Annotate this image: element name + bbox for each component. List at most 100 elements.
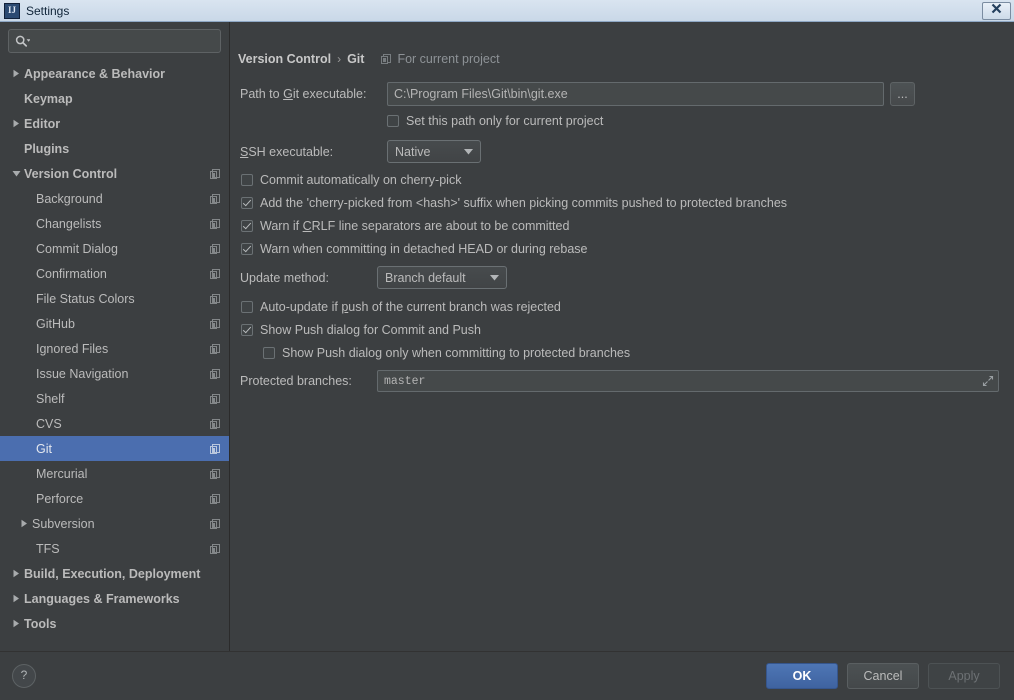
apply-button[interactable]: Apply [928,663,1000,689]
git-option-checkbox-row-3[interactable]: Warn when committing in detached HEAD or… [241,242,587,256]
sidebar-item-label: Perforce [36,491,84,506]
sidebar-item-ignored-files[interactable]: Ignored Files [0,336,229,361]
breadcrumb-parent[interactable]: Version Control [238,52,331,66]
copy-icon [209,318,221,330]
git-option-label-0: Commit automatically on cherry-pick [260,173,462,187]
sidebar-item-plugins[interactable]: Plugins [0,136,229,161]
sidebar-item-commit-dialog[interactable]: Commit Dialog [0,236,229,261]
sidebar-item-confirmation[interactable]: Confirmation [0,261,229,286]
git-path-input[interactable] [387,82,884,106]
sidebar-item-label: Plugins [24,141,70,156]
sidebar-item-git[interactable]: Git [0,436,229,461]
sidebar-item-label: TFS [36,541,60,556]
copy-icon [209,218,221,230]
chevron-right-icon[interactable] [20,519,32,528]
breadcrumb-current: Git [347,52,365,66]
sidebar-item-tfs[interactable]: TFS [0,536,229,561]
sidebar-item-label: Shelf [36,391,65,406]
git-option-checkbox-2[interactable] [241,220,253,232]
search-input[interactable] [30,34,214,48]
update-method-row: Update method: Branch default [240,266,507,289]
git-option-checkbox-3[interactable] [241,243,253,255]
close-button[interactable] [982,1,1011,20]
auto-update-checkbox-row[interactable]: Auto-update if push of the current branc… [241,300,561,314]
copy-icon [209,268,221,280]
sidebar-item-label: Tools [24,616,57,631]
sidebar-item-label: Appearance & Behavior [24,66,166,81]
chevron-right-icon[interactable] [12,594,24,603]
protected-branches-row: Protected branches: [240,370,1000,392]
sidebar-item-build-execution-deployment[interactable]: Build, Execution, Deployment [0,561,229,586]
copy-icon [209,293,221,305]
show-push-dialog-protected-label: Show Push dialog only when committing to… [282,346,631,360]
sidebar-item-github[interactable]: GitHub [0,311,229,336]
browse-button[interactable]: ... [890,82,915,106]
update-method-dropdown[interactable]: Branch default [377,266,507,289]
settings-tree: Appearance & Behavior Keymap Editor Plugins… [0,59,229,651]
copy-icon [209,468,221,480]
sidebar-item-file-status-colors[interactable]: File Status Colors [0,286,229,311]
ssh-executable-dropdown[interactable]: Native [387,140,481,163]
help-button[interactable]: ? [12,664,36,688]
sidebar-item-issue-navigation[interactable]: Issue Navigation [0,361,229,386]
update-method-label: Update method: [240,270,329,285]
git-option-label-2: Warn if CRLF line separators are about t… [260,219,570,233]
sidebar-item-languages-frameworks[interactable]: Languages & Frameworks [0,586,229,611]
cancel-button[interactable]: Cancel [847,663,919,689]
copy-icon [209,393,221,405]
sidebar-item-mercurial[interactable]: Mercurial [0,461,229,486]
sidebar-item-cvs[interactable]: CVS [0,411,229,436]
sidebar-item-label: Background [36,191,103,206]
chevron-down-icon[interactable] [12,169,24,178]
search-container [0,22,229,59]
show-push-dialog-protected-checkbox-row[interactable]: Show Push dialog only when committing to… [263,346,630,360]
sidebar-item-keymap[interactable]: Keymap [0,86,229,111]
search-box[interactable] [8,29,221,53]
show-push-dialog-protected-checkbox[interactable] [263,347,275,359]
show-push-dialog-checkbox[interactable] [241,324,253,336]
sidebar-item-background[interactable]: Background [0,186,229,211]
window-title: Settings [26,3,70,18]
sidebar-item-version-control[interactable]: Version Control [0,161,229,186]
git-option-checkbox-row-0[interactable]: Commit automatically on cherry-pick [241,173,461,187]
sidebar-item-perforce[interactable]: Perforce [0,486,229,511]
git-option-checkbox-row-1[interactable]: Add the 'cherry-picked from <hash>' suff… [241,196,787,210]
sidebar-item-changelists[interactable]: Changelists [0,211,229,236]
chevron-down-icon [490,274,499,281]
settings-sidebar: Appearance & Behavior Keymap Editor Plugins… [0,22,230,651]
sidebar-item-appearance-behavior[interactable]: Appearance & Behavior [0,61,229,86]
set-path-only-checkbox[interactable] [387,115,399,127]
sidebar-item-label: Issue Navigation [36,366,129,381]
git-option-checkbox-0[interactable] [241,174,253,186]
sidebar-item-label: File Status Colors [36,291,135,306]
protected-branches-input[interactable] [377,370,999,392]
sidebar-item-subversion[interactable]: Subversion [0,511,229,536]
git-option-checkbox-row-2[interactable]: Warn if CRLF line separators are about t… [241,219,569,233]
expand-icon[interactable] [982,375,994,387]
protected-branches-label: Protected branches: [240,374,352,388]
git-settings-panel: Version Control › Git For current projec… [230,22,1014,651]
chevron-right-icon[interactable] [12,119,24,128]
sidebar-item-editor[interactable]: Editor [0,111,229,136]
sidebar-item-shelf[interactable]: Shelf [0,386,229,411]
set-path-only-checkbox-row[interactable]: Set this path only for current project [387,114,603,128]
copy-icon [209,518,221,530]
close-icon [991,3,1002,13]
copy-icon [209,193,221,205]
copy-icon [380,53,392,65]
chevron-right-icon[interactable] [12,569,24,578]
for-current-project-label: For current project [397,52,500,66]
copy-icon [209,418,221,430]
git-option-checkbox-1[interactable] [241,197,253,209]
auto-update-checkbox[interactable] [241,301,253,313]
chevron-right-icon[interactable] [12,69,24,78]
sidebar-item-tools[interactable]: Tools [0,611,229,636]
ok-button[interactable]: OK [766,663,838,689]
sidebar-item-label: Keymap [24,91,73,106]
chevron-right-icon[interactable] [12,619,24,628]
set-path-only-label: Set this path only for current project [406,114,604,128]
sidebar-item-label: Git [36,441,52,456]
show-push-dialog-checkbox-row[interactable]: Show Push dialog for Commit and Push [241,323,481,337]
chevron-down-icon [464,148,473,155]
ssh-executable-row: SSH executable: Native [240,140,481,163]
